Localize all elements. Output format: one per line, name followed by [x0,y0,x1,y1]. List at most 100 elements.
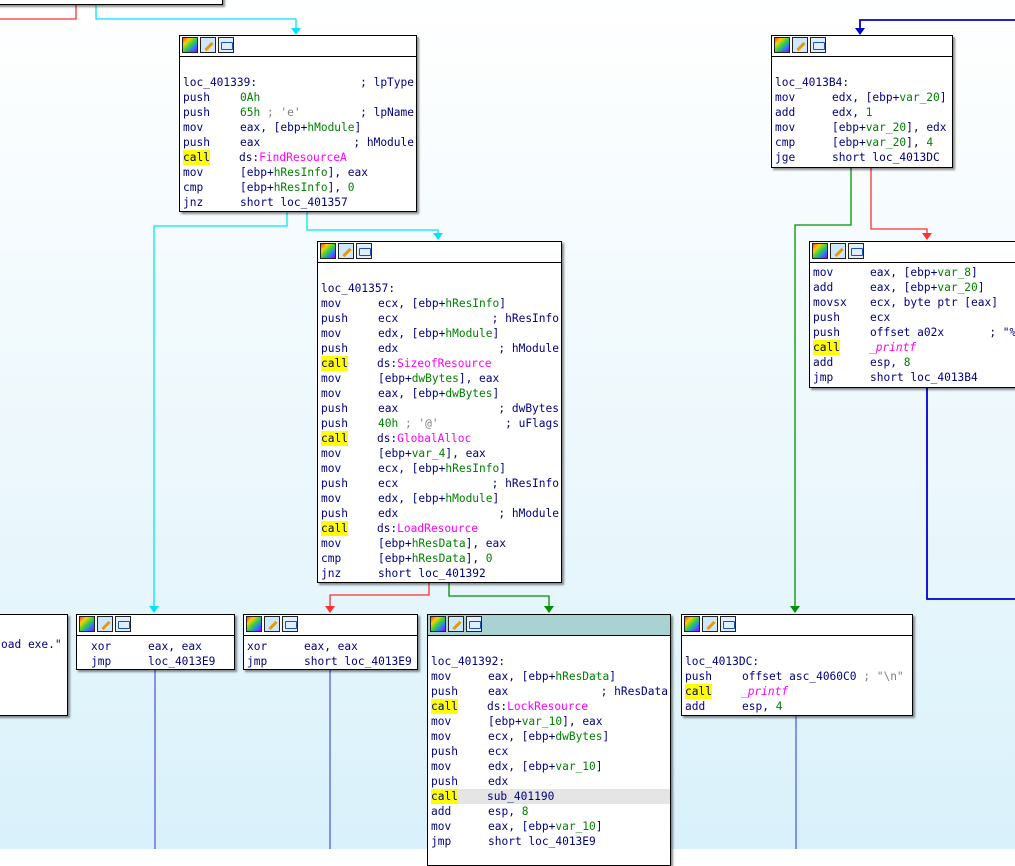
operand[interactable]: [ebp+ [240,166,274,179]
mnemonic[interactable]: mov [321,371,378,386]
operand[interactable]: esp, [488,805,522,818]
operand[interactable]: short loc_4013E9 [488,835,596,848]
mnemonic[interactable]: add [813,280,870,295]
instruction-line[interactable]: jmp short loc_4013E9 [247,654,417,669]
operand[interactable]: [ebp+ [378,372,412,385]
rename-icon[interactable] [702,616,718,632]
color-palette-icon[interactable] [246,616,262,632]
instruction-line[interactable]: mov eax, [ebp+var_10] [431,819,670,834]
mnemonic[interactable]: jge [775,150,832,165]
operand[interactable]: ] [355,121,362,134]
operand[interactable]: ecx [488,745,508,758]
operand[interactable]: ecx, [ebp+ [488,730,555,743]
instruction-line[interactable]: jge short loc_4013DC [775,150,952,165]
node-loc-4013B4[interactable]: loc_4013B4: mov edx, [ebp+var_20] add edx, 1… [771,35,953,168]
operand[interactable]: ecx [378,312,398,325]
instruction-line[interactable]: push 0Ah [183,90,416,105]
mnemonic[interactable]: call [321,356,348,371]
operand[interactable]: ] [609,670,616,683]
instruction-line[interactable]: add esp, 8 [431,804,670,819]
graph-icon[interactable] [810,37,826,53]
instruction-line[interactable]: xor eax, eax [247,639,417,654]
mnemonic[interactable]: xor [91,639,148,654]
operand[interactable]: edx, [ebp+ [488,760,555,773]
operand[interactable]: 0Ah [240,91,260,104]
operand[interactable]: hResInfo [274,166,328,179]
operand[interactable]: hResData [555,670,609,683]
operand[interactable]: 65h [240,106,260,119]
operand[interactable]: 8 [904,356,911,369]
operand[interactable]: sub_401190 [487,790,554,803]
graph-icon[interactable] [848,243,864,259]
mnemonic[interactable]: call [431,699,458,714]
operand[interactable]: SizeofResource [397,357,491,370]
operand[interactable]: ] [493,327,500,340]
rename-icon[interactable] [338,243,354,259]
mnemonic[interactable]: mov [321,326,378,341]
code-label-line[interactable]: loc_401339: ; lpType [183,75,416,90]
instruction-line[interactable]: push offset asc_4060C0 ; "\n" [685,669,912,684]
operand[interactable]: LockResource [507,700,588,713]
instruction-line[interactable]: mov [ebp+var_4], eax [321,446,561,461]
operand[interactable]: eax, eax [304,640,358,653]
mnemonic[interactable]: mov [813,265,870,280]
operand[interactable]: [ebp+ [832,121,866,134]
instruction-line[interactable]: xor eax, eax [91,639,234,654]
instruction-line[interactable]: push ecx ; hResInfo [321,311,561,326]
operand[interactable]: eax, [ebp+ [378,387,445,400]
instruction-line[interactable]: mov edx, [ebp+var_10] [431,759,670,774]
operand[interactable]: offset asc_4060C0 [742,670,857,683]
operand[interactable]: hResInfo [274,181,328,194]
operand[interactable]: 4 [776,700,783,713]
operand[interactable]: FindResourceA [259,151,347,164]
mnemonic[interactable]: mov [431,729,488,744]
operand[interactable]: ecx, [ebp+ [378,297,445,310]
operand[interactable]: 0 [348,181,355,194]
operand[interactable]: edx, [832,106,866,119]
operand[interactable]: 1 [866,106,873,119]
mnemonic[interactable]: cmp [183,180,240,195]
location-label[interactable]: loc_4013B4: [775,76,849,89]
operand[interactable]: ecx [870,311,890,324]
operand[interactable]: esp, [742,700,776,713]
operand[interactable]: ; "\n" [857,670,903,683]
mnemonic[interactable]: push [321,416,378,431]
instruction-line[interactable]: mov eax, [ebp+dwBytes] [321,386,561,401]
mnemonic[interactable]: call [813,340,840,355]
mnemonic[interactable]: cmp [775,135,832,150]
operand[interactable]: _printf [869,341,916,354]
mnemonic[interactable]: push [431,744,488,759]
instruction-line[interactable]: mov edx, [ebp+var_20] [775,90,952,105]
code-label-line[interactable]: loc_401392: [431,654,670,669]
operand[interactable]: var_20 [866,121,906,134]
instruction-line[interactable]: call _printf [685,684,912,699]
mnemonic[interactable]: push [321,401,378,416]
operand[interactable]: var_20 [899,91,939,104]
operand[interactable]: GlobalAlloc [397,432,471,445]
mnemonic[interactable]: mov [431,819,488,834]
mnemonic[interactable]: call [431,789,458,804]
operand[interactable]: ] [971,266,978,279]
instruction-line[interactable]: add edx, 1 [775,105,952,120]
graph-icon[interactable] [356,243,372,259]
mnemonic[interactable]: jnz [183,195,240,210]
mnemonic[interactable]: add [813,355,870,370]
node-xor-jmp-1[interactable]: xor eax, eax jmp loc_4013E9 [76,614,235,670]
mnemonic[interactable]: mov [321,446,378,461]
operand[interactable]: ], eax [466,537,506,550]
mnemonic[interactable]: call [321,431,348,446]
node-printf-body[interactable]: mov eax, [ebp+var_8] add eax, [ebp+var_20] m… [809,241,1015,388]
operand[interactable]: loc_4013E9 [148,655,215,668]
operand[interactable]: offset a02x [870,326,944,339]
color-palette-icon[interactable] [774,37,790,53]
mnemonic[interactable]: add [685,699,742,714]
instruction-line[interactable]: mov [ebp+var_10], eax [431,714,670,729]
mnemonic[interactable]: push [685,669,742,684]
operand[interactable]: ] [493,492,500,505]
rename-icon[interactable] [792,37,808,53]
operand[interactable]: var_4 [412,447,446,460]
instruction-line[interactable]: jmp short loc_4013B4 [813,370,1015,385]
color-palette-icon[interactable] [79,616,95,632]
instruction-line[interactable]: push 40h ; '@' ; uFlags [321,416,561,431]
operand[interactable]: edx, [ebp+ [378,492,445,505]
